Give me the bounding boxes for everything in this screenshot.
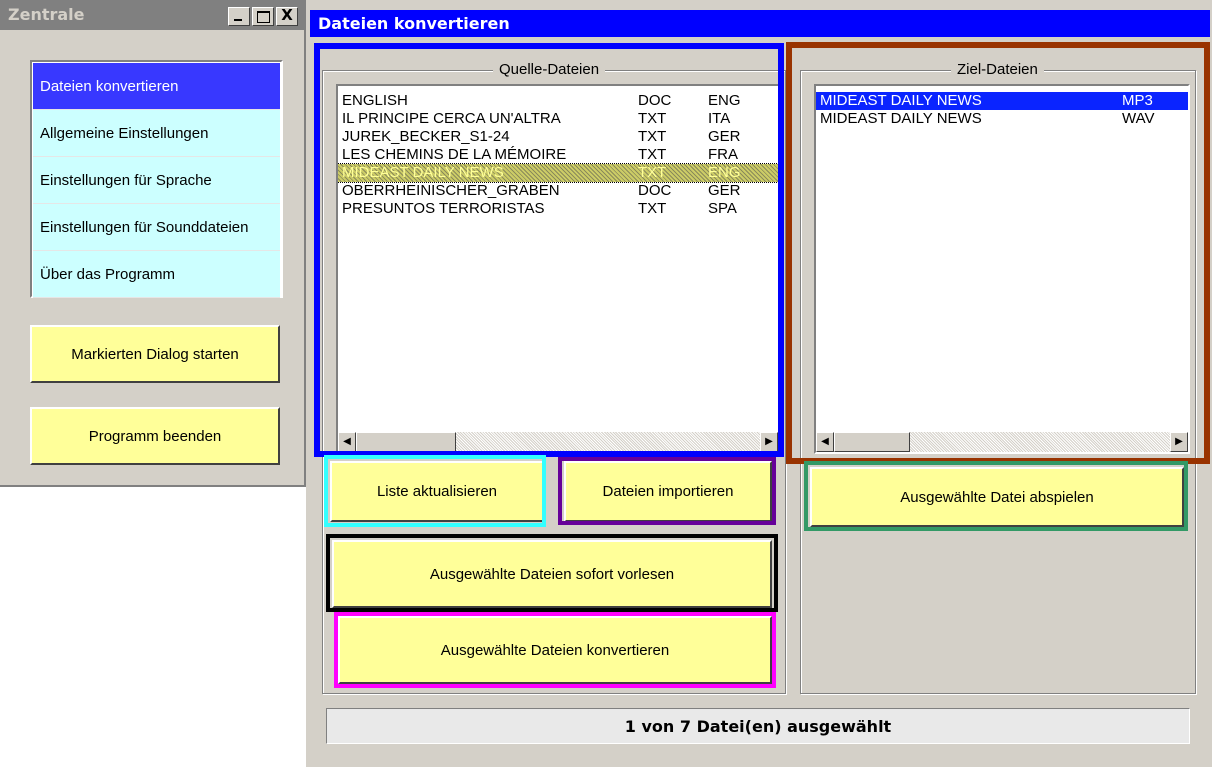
source-file-row[interactable]: IL PRINCIPE CERCA UN'ALTRA TXT ITA [338, 110, 778, 128]
status-bar: 1 von 7 Datei(en) ausgewählt [326, 708, 1190, 744]
file-name: OBERRHEINISCHER_GRABEN [342, 182, 560, 199]
convert-titlebar[interactable]: Dateien konvertieren [310, 10, 1210, 37]
target-file-list[interactable]: MIDEAST DAILY NEWS MP3 MIDEAST DAILY NEWS W… [814, 84, 1190, 454]
play-file-button[interactable]: Ausgewählte Datei abspielen [810, 467, 1184, 527]
source-file-row[interactable]: JUREK_BECKER_S1-24 TXT GER [338, 128, 778, 146]
zentrale-window: Zentrale X Dateien konvertieren Allgemei… [0, 0, 306, 487]
source-file-list[interactable]: ENGLISH DOC ENG IL PRINCIPE CERCA UN'ALTRA T… [336, 84, 780, 454]
file-type: DOC [638, 92, 672, 109]
convert-files-button[interactable]: Ausgewählte Dateien konvertieren [338, 616, 772, 684]
maximize-icon[interactable] [252, 7, 274, 26]
file-language: ITA [708, 110, 731, 127]
source-file-row[interactable]: ENGLISH DOC ENG [338, 92, 778, 110]
minimize-icon[interactable] [228, 7, 250, 26]
refresh-list-button[interactable]: Liste aktualisieren [330, 461, 544, 522]
file-language: ENG [708, 92, 741, 109]
window-controls: X [228, 7, 298, 26]
file-type: WAV [1122, 110, 1155, 127]
source-horizontal-scrollbar[interactable]: ◀ ▶ [338, 432, 778, 452]
target-files-legend: Ziel-Dateien [951, 61, 1044, 78]
file-type: TXT [638, 164, 667, 181]
file-name: MIDEAST DAILY NEWS [342, 164, 504, 181]
file-name: JUREK_BECKER_S1-24 [342, 128, 510, 145]
convert-window: Dateien konvertieren Quelle-Dateien ENGL… [306, 0, 1212, 767]
nav-item-allgemeine-einstellungen[interactable]: Allgemeine Einstellungen [33, 110, 280, 157]
read-aloud-button[interactable]: Ausgewählte Dateien sofort vorlesen [332, 540, 772, 608]
target-file-row[interactable]: MIDEAST DAILY NEWS MP3 [816, 92, 1188, 110]
start-dialog-button[interactable]: Markierten Dialog starten [30, 325, 280, 383]
file-name: LES CHEMINS DE LA MÉMOIRE [342, 146, 567, 163]
dialog-list[interactable]: Dateien konvertieren Allgemeine Einstell… [30, 60, 283, 298]
file-type: TXT [638, 128, 667, 145]
scroll-right-icon[interactable]: ▶ [1170, 432, 1188, 452]
nav-item-ueber-das-programm[interactable]: Über das Programm [33, 251, 280, 298]
scroll-thumb[interactable] [834, 432, 910, 452]
scroll-left-icon[interactable]: ◀ [338, 432, 356, 452]
file-type: TXT [638, 146, 667, 163]
scroll-left-icon[interactable]: ◀ [816, 432, 834, 452]
file-language: GER [708, 182, 741, 199]
file-type: TXT [638, 110, 667, 127]
file-name: IL PRINCIPE CERCA UN'ALTRA [342, 110, 561, 127]
file-type: DOC [638, 182, 672, 199]
nav-item-dateien-konvertieren[interactable]: Dateien konvertieren [33, 63, 280, 110]
file-type: TXT [638, 200, 667, 217]
file-name: MIDEAST DAILY NEWS [820, 110, 982, 127]
target-horizontal-scrollbar[interactable]: ◀ ▶ [816, 432, 1188, 452]
nav-item-einstellungen-sounddateien[interactable]: Einstellungen für Sounddateien [33, 204, 280, 251]
exit-program-button[interactable]: Programm beenden [30, 407, 280, 465]
zentrale-titlebar[interactable]: Zentrale X [0, 0, 304, 30]
source-file-row[interactable]: PRESUNTOS TERRORISTAS TXT SPA [338, 200, 778, 218]
file-name: ENGLISH [342, 92, 408, 109]
source-files-legend: Quelle-Dateien [493, 61, 606, 78]
scroll-thumb[interactable] [356, 432, 456, 452]
target-file-row[interactable]: MIDEAST DAILY NEWS WAV [816, 110, 1188, 128]
zentrale-title: Zentrale [8, 5, 85, 24]
file-name: PRESUNTOS TERRORISTAS [342, 200, 545, 217]
source-file-row[interactable]: OBERRHEINISCHER_GRABEN DOC GER [338, 182, 778, 200]
convert-title: Dateien konvertieren [318, 14, 510, 33]
file-name: MIDEAST DAILY NEWS [820, 92, 982, 109]
file-language: FRA [708, 146, 738, 163]
import-files-button[interactable]: Dateien importieren [564, 461, 772, 522]
scroll-right-icon[interactable]: ▶ [760, 432, 778, 452]
file-language: ENG [708, 164, 741, 181]
source-file-row[interactable]: LES CHEMINS DE LA MÉMOIRE TXT FRA [338, 146, 778, 164]
nav-item-einstellungen-sprache[interactable]: Einstellungen für Sprache [33, 157, 280, 204]
file-type: MP3 [1122, 92, 1153, 109]
file-language: SPA [708, 200, 737, 217]
source-file-row[interactable]: MIDEAST DAILY NEWS TXT ENG [338, 163, 778, 183]
file-language: GER [708, 128, 741, 145]
close-icon[interactable]: X [276, 7, 298, 26]
